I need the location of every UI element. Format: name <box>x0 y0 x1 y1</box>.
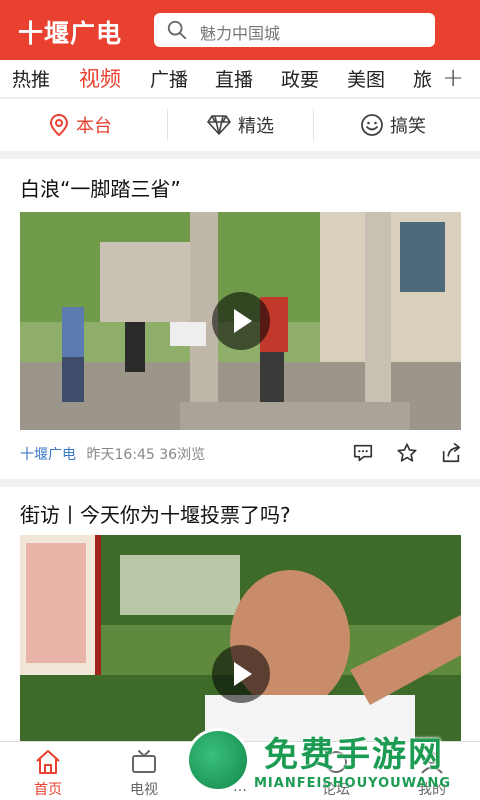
view-count: 36浏览 <box>159 447 206 463</box>
subtab-local[interactable]: 本台 <box>0 99 160 151</box>
nav-home-label: 首页 <box>34 782 62 798</box>
subtab-local-label: 本台 <box>76 116 112 137</box>
nav-tv-label: 电视 <box>130 782 158 798</box>
search-bar[interactable]: 魅力中国城 <box>154 13 435 47</box>
tab-travel[interactable]: 旅 <box>413 65 432 92</box>
star-icon[interactable] <box>396 442 418 464</box>
card-actions <box>352 442 462 464</box>
search-icon <box>167 20 187 40</box>
subtab-funny-label: 搞笑 <box>390 116 426 137</box>
tab-hot[interactable]: 热推 <box>12 65 50 92</box>
home-icon <box>36 750 60 774</box>
channel-tabs: 热推 视频 广播 直播 政要 美图 旅 + <box>0 60 480 98</box>
play-icon[interactable] <box>212 645 270 703</box>
sub-filter-bar: 本台 精选 搞笑 <box>0 99 480 151</box>
publish-time: 昨天16:45 <box>86 447 155 463</box>
add-channel-icon[interactable]: + <box>434 63 464 93</box>
location-pin-icon <box>49 113 69 137</box>
nav-home[interactable]: 首页 <box>0 742 96 800</box>
nav-tv[interactable]: 电视 <box>96 742 192 800</box>
comment-icon[interactable] <box>352 442 374 464</box>
tab-politics[interactable]: 政要 <box>281 65 319 92</box>
video-thumbnail[interactable] <box>20 535 461 741</box>
subtab-featured[interactable]: 精选 <box>160 99 320 151</box>
card-title[interactable]: 街访丨今天你为十堰投票了吗? <box>20 499 291 528</box>
card-title[interactable]: 白浪“一脚踏三省” <box>20 173 181 202</box>
source-link[interactable]: 十堰广电 <box>20 447 76 463</box>
tab-radio[interactable]: 广播 <box>150 65 188 92</box>
feed-card[interactable]: 街访丨今天你为十堰投票了吗? <box>0 479 480 741</box>
tab-video[interactable]: 视频 <box>79 63 121 93</box>
tab-photos[interactable]: 美图 <box>347 65 385 92</box>
tv-icon <box>132 750 156 773</box>
video-scene-image <box>20 535 461 741</box>
smile-icon <box>361 114 383 136</box>
watermark-title: 免费手游网 <box>264 735 444 775</box>
app-header: 十堰广电 魅力中国城 <box>0 0 480 60</box>
subtab-funny[interactable]: 搞笑 <box>313 99 473 151</box>
diamond-icon <box>207 115 231 135</box>
card-meta: 十堰广电 昨天16:45 36浏览 <box>20 444 205 464</box>
app-logo: 十堰广电 <box>18 19 123 48</box>
search-placeholder: 魅力中国城 <box>200 24 281 43</box>
watermark-subtitle: MIANFEISHOUYOUWANG <box>254 776 452 791</box>
tab-live[interactable]: 直播 <box>215 65 253 92</box>
play-icon[interactable] <box>212 292 270 350</box>
feed-card[interactable]: 白浪“一脚踏三省” 十堰广电 昨天16:45 36浏览 <box>0 159 480 479</box>
subtab-featured-label: 精选 <box>238 116 274 137</box>
video-thumbnail[interactable] <box>20 212 461 430</box>
watermark-logo <box>186 728 250 792</box>
share-icon[interactable] <box>440 442 462 464</box>
